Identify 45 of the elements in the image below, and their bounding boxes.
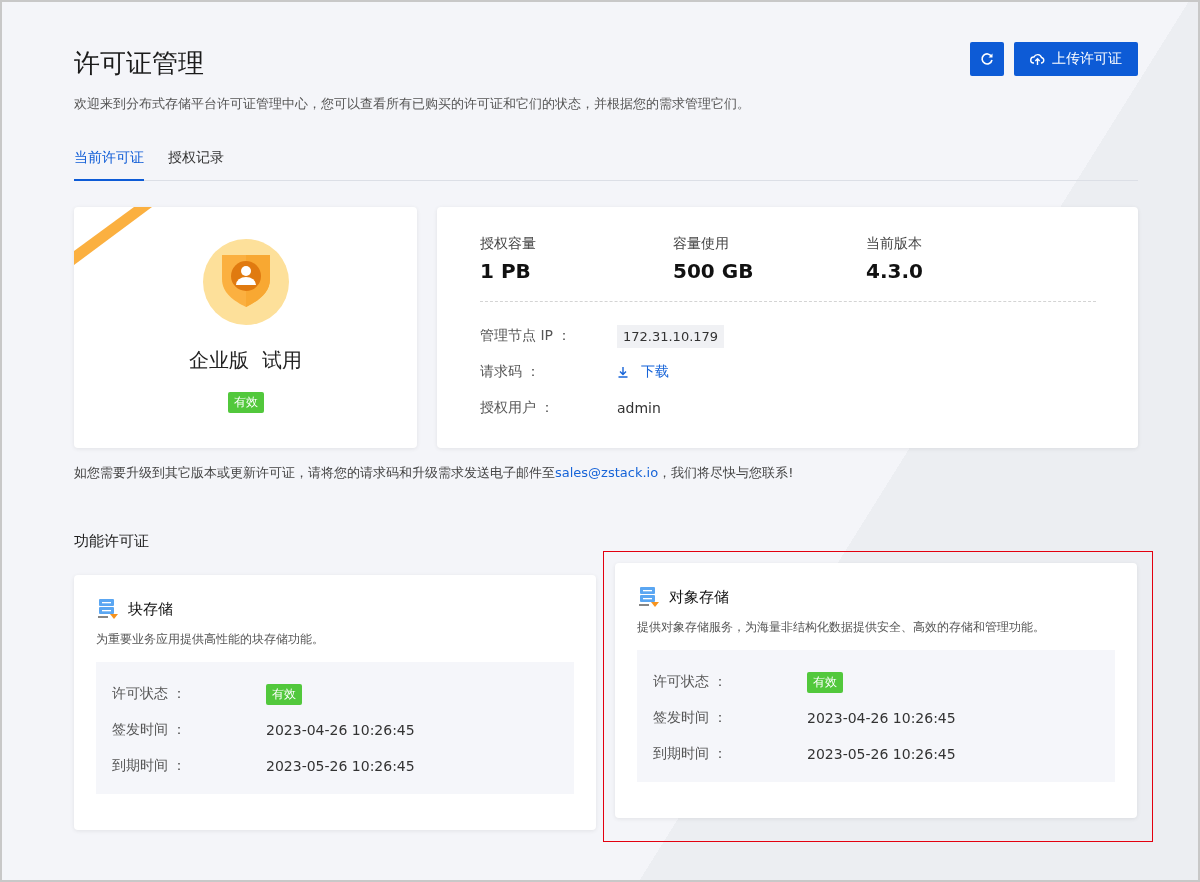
feature-title: 对象存储 (669, 587, 729, 607)
field-value: 2023-04-26 10:26:45 (807, 710, 956, 726)
field-value: 2023-04-26 10:26:45 (266, 722, 415, 738)
status-tag: 有效 (266, 683, 302, 705)
feature-title: 块存储 (128, 599, 173, 619)
field-label: 签发时间 ： (112, 721, 188, 739)
download-icon (617, 366, 629, 378)
stat-value: 4.3.0 (866, 259, 924, 283)
tab[interactable]: 授权记录 (168, 145, 224, 181)
field-label: 到期时间 ： (112, 757, 188, 775)
field-label: 签发时间 ： (653, 709, 729, 727)
upload-license-button[interactable]: 上传许可证 (1014, 42, 1138, 76)
stat-label: 容量使用 (673, 235, 730, 253)
field-label: 到期时间 ： (653, 745, 729, 763)
shield-user-icon (202, 239, 289, 325)
server-icon (637, 585, 661, 609)
tab[interactable]: 当前许可证 (74, 145, 144, 181)
detail-label: 授权用户 ： (480, 399, 556, 417)
server-icon (96, 597, 120, 621)
upgrade-note: 如您需要升级到其它版本或更新许可证，请将您的请求码和升级需求发送电子邮件至sales@zstack.io，我们将尽快与您联系! (74, 464, 795, 482)
download-link[interactable]: 下载 (617, 363, 669, 381)
field-value: 2023-05-26 10:26:45 (807, 746, 956, 762)
page-title: 许可证管理 (74, 47, 205, 80)
field-label: 许可状态 ： (653, 673, 729, 691)
refresh-button[interactable] (970, 42, 1004, 76)
detail-label: 管理节点 IP ： (480, 327, 573, 345)
status-tag: 有效 (807, 671, 843, 693)
stat-label: 当前版本 (866, 235, 923, 253)
page-description: 欢迎来到分布式存储平台许可证管理中心，您可以查看所有已购买的许可证和它们的状态，并根据您的需求管理它们。 (74, 95, 750, 113)
stat-label: 授权容量 (480, 235, 537, 253)
edition-title: 企业版 试用 (189, 347, 302, 374)
stat-value: 500 GB (673, 259, 755, 283)
field-label: 许可状态 ： (112, 685, 188, 703)
refresh-icon (980, 52, 994, 66)
detail-label: 请求码 ： (480, 363, 542, 381)
field-value: 2023-05-26 10:26:45 (266, 758, 415, 774)
status-tag: 有效 (227, 392, 264, 413)
stat-value: 1 PB (480, 259, 532, 283)
cloud-upload-icon (1030, 52, 1045, 66)
ip-address: 172.31.10.179 (617, 324, 725, 348)
detail-value: admin (617, 400, 661, 416)
feature-description: 为重要业务应用提供高性能的块存储功能。 (96, 631, 325, 648)
email-link[interactable]: sales@zstack.io (555, 465, 659, 480)
feature-description: 提供对象存储服务，为海量非结构化数据提供安全、高效的存储和管理功能。 (637, 619, 1046, 636)
section-title: 功能许可证 (74, 532, 150, 551)
